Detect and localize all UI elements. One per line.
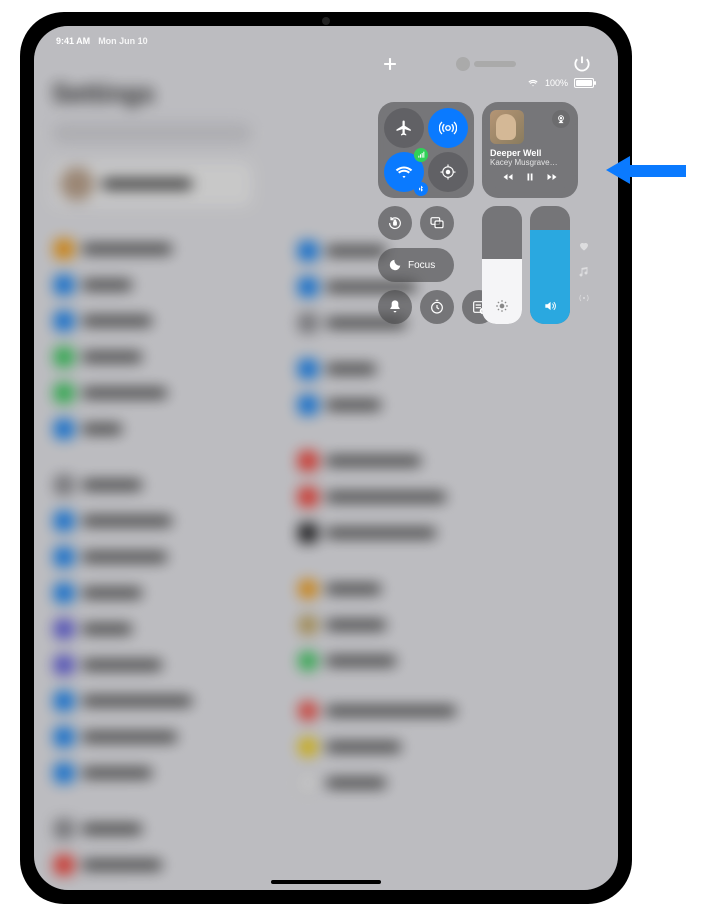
- track-artist: Kacey Musgrave…: [490, 158, 570, 167]
- brightness-icon: [495, 299, 509, 316]
- timer-button[interactable]: [420, 290, 454, 324]
- add-control-button[interactable]: [380, 54, 400, 74]
- bluetooth-badge: [414, 182, 428, 196]
- volume-icon: [543, 299, 557, 316]
- cellular-badge: [414, 148, 428, 162]
- screen-mirroring-button[interactable]: [420, 206, 454, 240]
- airplay-button[interactable]: [552, 110, 570, 128]
- home-indicator[interactable]: [271, 880, 381, 884]
- connectivity-tile[interactable]: [378, 102, 474, 198]
- screen: Settings: [34, 26, 618, 890]
- battery-icon: [574, 78, 594, 88]
- power-button[interactable]: [572, 54, 592, 74]
- music-note-icon: [578, 266, 590, 278]
- moon-icon: [388, 258, 402, 272]
- cc-status-row: 100%: [527, 78, 594, 88]
- status-date: Mon Jun 10: [98, 36, 148, 46]
- track-title: Deeper Well: [490, 148, 570, 158]
- user-switcher[interactable]: [456, 57, 516, 71]
- brightness-slider[interactable]: [482, 206, 522, 324]
- orientation-lock-toggle[interactable]: [378, 206, 412, 240]
- front-camera: [322, 17, 330, 25]
- album-art: [490, 110, 524, 144]
- focus-label: Focus: [408, 260, 435, 271]
- airdrop-toggle[interactable]: [428, 108, 468, 148]
- ipad-frame: Settings: [20, 12, 632, 904]
- wifi-toggle[interactable]: [384, 152, 424, 192]
- next-track-button[interactable]: [546, 171, 558, 186]
- connectivity-more[interactable]: [428, 152, 468, 192]
- airplane-mode-toggle[interactable]: [384, 108, 424, 148]
- heart-icon: [578, 240, 590, 252]
- battery-pct: 100%: [545, 78, 568, 88]
- status-time: 9:41 AM: [56, 36, 90, 46]
- cc-page-indicators[interactable]: [578, 240, 590, 304]
- silent-mode-toggle[interactable]: [378, 290, 412, 324]
- focus-toggle[interactable]: Focus: [378, 248, 454, 282]
- volume-slider[interactable]: [530, 206, 570, 324]
- status-bar: 9:41 AM Mon Jun 10: [34, 26, 618, 50]
- annotation-arrow: [606, 156, 686, 184]
- wifi-icon: [527, 78, 539, 88]
- connectivity-page-icon: [578, 292, 590, 304]
- now-playing-tile[interactable]: Deeper Well Kacey Musgrave…: [482, 102, 578, 198]
- user-avatar-icon: [456, 57, 470, 71]
- play-pause-button[interactable]: [524, 171, 536, 186]
- prev-track-button[interactable]: [502, 171, 514, 186]
